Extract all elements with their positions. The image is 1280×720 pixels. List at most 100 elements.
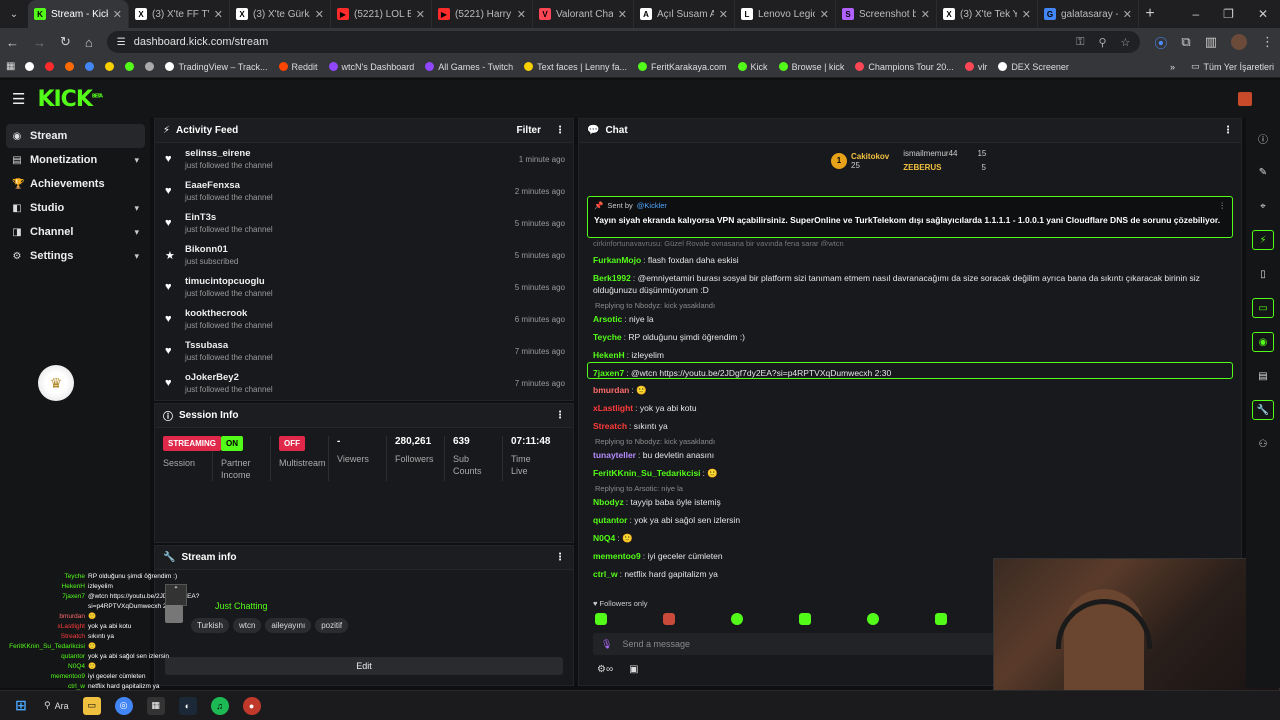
- bookmark-item[interactable]: TradingView – Track...: [165, 62, 268, 72]
- close-window-icon[interactable]: ✕: [1258, 7, 1268, 21]
- back-icon[interactable]: ←: [6, 35, 19, 50]
- reload-icon[interactable]: ↻: [60, 34, 71, 50]
- share-tool-icon[interactable]: ⚇: [1252, 434, 1274, 454]
- more-options-icon[interactable]: ⋮: [555, 410, 565, 421]
- emote-icon[interactable]: [663, 613, 675, 625]
- zoom-icon[interactable]: ⚲: [1098, 36, 1106, 49]
- chrome-icon[interactable]: ◎: [114, 696, 133, 715]
- more-options-icon[interactable]: ⋮: [555, 552, 565, 563]
- sidepanel-icon[interactable]: ▥: [1205, 34, 1217, 50]
- tab-close-icon[interactable]: ✕: [618, 8, 627, 21]
- tab-close-icon[interactable]: ✕: [113, 8, 122, 21]
- bookmark-star-icon[interactable]: ☆: [1121, 36, 1131, 49]
- bookmark-item[interactable]: FeritKarakaya.com: [638, 62, 727, 72]
- sidebar-item-monetization[interactable]: ▤ Monetization ▾: [6, 148, 145, 172]
- obs-icon[interactable]: ●: [242, 696, 261, 715]
- emote-icon[interactable]: [595, 613, 607, 625]
- bookmark-item[interactable]: vlr: [964, 62, 987, 72]
- bookmark-item[interactable]: DEX Screener: [998, 62, 1069, 72]
- bolt-tool-icon[interactable]: ⚡: [1252, 230, 1274, 250]
- browser-tab[interactable]: X (3) X'te FF TV... ✕: [129, 0, 230, 28]
- tab-close-icon[interactable]: ✕: [921, 8, 930, 21]
- more-options-icon[interactable]: ⋮: [1223, 125, 1233, 136]
- info-tool-icon[interactable]: ⓘ: [1252, 128, 1274, 148]
- bookmark-item[interactable]: [105, 62, 115, 71]
- chat-tool-icon[interactable]: ▭: [1252, 298, 1274, 318]
- extensions-puzzle-icon[interactable]: ⧉: [1181, 34, 1190, 50]
- spotify-icon[interactable]: ♫: [210, 696, 229, 715]
- bookmarks-overflow-icon[interactable]: »: [1170, 62, 1175, 72]
- forward-icon[interactable]: →: [33, 35, 46, 50]
- document-tool-icon[interactable]: ▯: [1252, 264, 1274, 284]
- app-icon[interactable]: ▦: [146, 696, 165, 715]
- mic-icon[interactable]: 🎙: [601, 639, 612, 650]
- sidebar-item-studio[interactable]: ◧ Studio ▾: [6, 196, 145, 220]
- chat-settings-icon[interactable]: ⚙∞: [597, 664, 613, 675]
- gift-icon[interactable]: ▣: [629, 664, 638, 675]
- browser-tab[interactable]: A Açıl Susam Aç... ✕: [634, 0, 735, 28]
- pinned-more-icon[interactable]: ⋮: [1219, 201, 1227, 210]
- maximize-icon[interactable]: ❐: [1223, 7, 1234, 21]
- browser-tab[interactable]: ▶ (5221) LOL BAŞ... ✕: [331, 0, 432, 28]
- browser-tab[interactable]: G galatasaray - G... ✕: [1038, 0, 1139, 28]
- chevron-down-icon[interactable]: ▾: [134, 251, 139, 262]
- bookmark-item[interactable]: wtcN's Dashboard: [328, 62, 414, 72]
- address-bar[interactable]: ☰ dashboard.kick.com/stream ⚿ ⚲ ☆: [106, 31, 1141, 53]
- sidebar-item-settings[interactable]: ⚙ Settings ▾: [6, 244, 145, 268]
- tab-close-icon[interactable]: ✕: [214, 8, 223, 21]
- chevron-down-icon[interactable]: ▾: [134, 227, 139, 238]
- bookmark-item[interactable]: Champions Tour 20...: [855, 62, 954, 72]
- bookmark-item[interactable]: [85, 62, 95, 71]
- browser-tab[interactable]: S Screenshot by... ✕: [836, 0, 937, 28]
- tab-close-icon[interactable]: ✕: [517, 8, 526, 21]
- apps-grid-icon[interactable]: ▦: [6, 61, 15, 72]
- user-avatar[interactable]: [1238, 92, 1252, 106]
- bookmark-item[interactable]: Kick: [737, 62, 768, 72]
- sidebar-item-channel[interactable]: ◨ Channel ▾: [6, 220, 145, 244]
- browser-tab[interactable]: L Lenovo Legion... ✕: [735, 0, 836, 28]
- tab-close-icon[interactable]: ✕: [315, 8, 324, 21]
- sidebar-item-stream[interactable]: ◉ Stream: [6, 124, 145, 148]
- emote-icon[interactable]: [867, 613, 879, 625]
- bookmark-item[interactable]: [145, 62, 155, 71]
- broadcast-tool-icon[interactable]: ◉: [1252, 332, 1274, 352]
- profile-avatar[interactable]: [1231, 34, 1247, 50]
- sidebar-item-achievements[interactable]: 🏆 Achievements: [6, 172, 145, 196]
- emote-icon[interactable]: [731, 613, 743, 625]
- kick-logo[interactable]: KICKBETA: [37, 87, 103, 112]
- bookmark-item[interactable]: Text faces | Lenny fa...: [524, 62, 627, 72]
- chevron-down-icon[interactable]: ▾: [134, 203, 139, 214]
- browser-tab[interactable]: X (3) X'te Tek Yol... ✕: [937, 0, 1038, 28]
- tab-close-icon[interactable]: ✕: [820, 8, 829, 21]
- bookmark-item[interactable]: All Games - Twitch: [425, 62, 513, 72]
- tab-close-icon[interactable]: ✕: [1022, 8, 1031, 21]
- extension-icon[interactable]: ⦿: [1154, 33, 1167, 52]
- bookmark-item[interactable]: [125, 62, 135, 71]
- bookmark-item[interactable]: [25, 62, 35, 71]
- bookmark-item[interactable]: [65, 62, 75, 71]
- key-icon[interactable]: ⚿: [1076, 36, 1084, 49]
- windows-start-icon[interactable]: ⊞: [12, 697, 30, 715]
- tab-close-icon[interactable]: ✕: [1123, 8, 1132, 21]
- more-options-icon[interactable]: ⋮: [555, 125, 565, 136]
- taskbar-search[interactable]: ⚲ Ara: [44, 700, 69, 711]
- chevron-down-icon[interactable]: ▾: [134, 155, 139, 166]
- tab-close-icon[interactable]: ✕: [719, 8, 728, 21]
- browser-tab[interactable]: X (3) X'te Gürkan... ✕: [230, 0, 331, 28]
- file-explorer-icon[interactable]: ▭: [82, 696, 101, 715]
- layout-tool-icon[interactable]: ▤: [1252, 366, 1274, 386]
- browser-tab[interactable]: K Stream - Kick D... ✕: [28, 0, 129, 28]
- new-tab-button[interactable]: +: [1139, 5, 1161, 23]
- edit-tool-icon[interactable]: ✎: [1252, 162, 1274, 182]
- steam-icon[interactable]: ◐: [178, 696, 197, 715]
- home-icon[interactable]: ⌂: [85, 35, 93, 50]
- bookmark-item[interactable]: Reddit: [278, 62, 318, 72]
- bookmark-item[interactable]: Browse | kick: [778, 62, 844, 72]
- site-info-icon[interactable]: ☰: [117, 37, 126, 48]
- filter-button[interactable]: Filter: [517, 125, 541, 136]
- minimize-icon[interactable]: –: [1192, 7, 1199, 21]
- emote-icon[interactable]: [799, 613, 811, 625]
- target-tool-icon[interactable]: ⌖: [1252, 196, 1274, 216]
- browser-tab[interactable]: V Valorant Cham... ✕: [533, 0, 634, 28]
- bookmark-item[interactable]: [45, 62, 55, 71]
